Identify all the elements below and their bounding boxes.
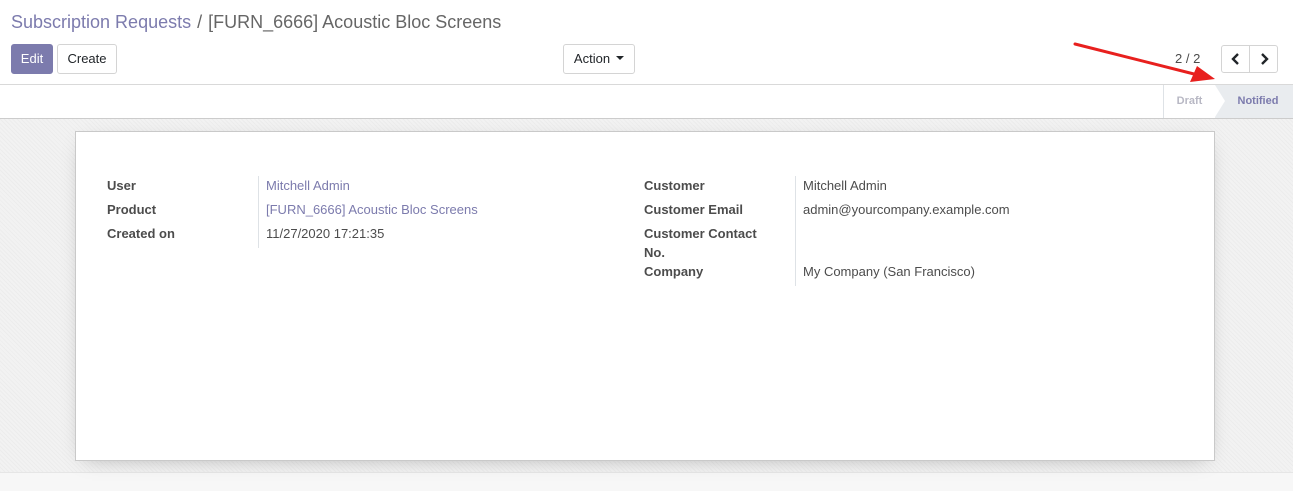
status-chevron-separator <box>1215 85 1225 117</box>
breadcrumb-separator: / <box>197 12 203 32</box>
red-arrow-annotation <box>1073 42 1215 82</box>
action-button-label: Action <box>573 51 611 66</box>
status-draft[interactable]: Draft <box>1163 85 1215 118</box>
right-group-divider <box>795 176 796 286</box>
company-value: My Company (San Francisco) <box>803 264 975 279</box>
footer-strip <box>0 472 1293 491</box>
left-group-divider <box>258 176 259 248</box>
customer-email-value: admin@yourcompany.example.com <box>803 202 1010 217</box>
customer-value: Mitchell Admin <box>803 178 887 193</box>
customer-contact-label: Customer Contact No. <box>644 224 757 262</box>
caret-down-icon <box>616 55 625 60</box>
edit-button[interactable]: Edit <box>11 44 53 74</box>
customer-label: Customer <box>644 178 705 193</box>
user-label: User <box>107 178 136 193</box>
breadcrumb-parent-link[interactable]: Subscription Requests <box>11 12 191 32</box>
form-sheet: User Mitchell Admin Product [FURN_6666] … <box>75 131 1215 461</box>
status-bar: Draft Notified <box>0 85 1293 119</box>
company-label: Company <box>644 264 704 279</box>
chevron-left-icon <box>1230 53 1239 65</box>
customer-contact-label-line2: No. <box>644 245 665 260</box>
created-on-label: Created on <box>107 226 175 241</box>
product-value-link[interactable]: [FURN_6666] Acoustic Bloc Screens <box>266 200 478 219</box>
created-on-value: 11/27/2020 17:21:35 <box>266 226 385 241</box>
user-value-link[interactable]: Mitchell Admin <box>266 176 350 195</box>
action-dropdown-button[interactable]: Action <box>563 44 635 74</box>
customer-email-label: Customer Email <box>644 202 743 217</box>
breadcrumb: Subscription Requests / [FURN_6666] Acoust… <box>11 11 501 33</box>
product-label: Product <box>107 202 157 217</box>
customer-contact-label-line1: Customer Contact <box>644 226 757 241</box>
pager-next-button[interactable] <box>1249 45 1278 73</box>
status-notified: Notified <box>1215 85 1293 118</box>
chevron-right-icon <box>1260 53 1269 65</box>
pager-previous-button[interactable] <box>1221 45 1250 73</box>
breadcrumb-current: [FURN_6666] Acoustic Bloc Screens <box>208 12 502 32</box>
create-button[interactable]: Create <box>57 44 117 74</box>
